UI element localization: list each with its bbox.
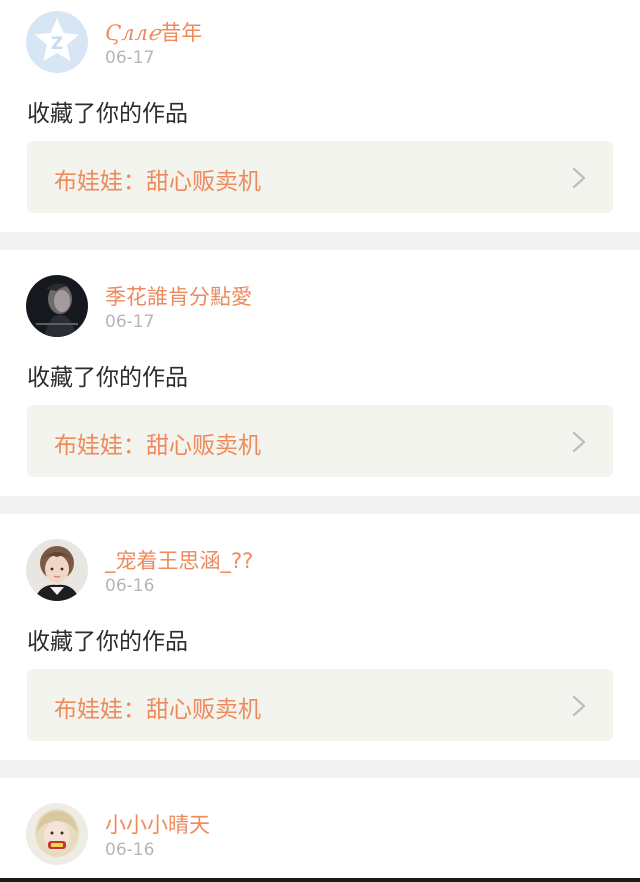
work-title: 布娃娃：甜心贩卖机 <box>54 169 261 195</box>
action-text: 收藏了你的作品 <box>27 365 188 391</box>
timestamp: 06-16 <box>105 576 155 596</box>
default-star-avatar-icon: Z <box>26 11 88 73</box>
action-text: 收藏了你的作品 <box>27 101 188 127</box>
username[interactable]: 季花誰肯分點愛 <box>105 281 252 311</box>
dark-portrait-avatar <box>26 275 88 337</box>
username-stylized-part: Ϛллℯ <box>105 21 161 45</box>
girl-portrait-avatar <box>26 539 88 601</box>
work-link-button[interactable]: 布娃娃：甜心贩卖机 <box>27 405 613 477</box>
avatar[interactable]: Z <box>26 11 88 73</box>
notification-card: 季花誰肯分點愛 06-17 收藏了你的作品 布娃娃：甜心贩卖机 <box>0 250 640 496</box>
avatar[interactable] <box>26 275 88 337</box>
action-text: 收藏了你的作品 <box>27 629 188 655</box>
notification-card: Z Ϛллℯ昔年 06-17 收藏了你的作品 布娃娃：甜心贩卖机 <box>0 0 640 232</box>
timestamp: 06-17 <box>105 312 155 332</box>
work-title: 布娃娃：甜心贩卖机 <box>54 433 261 459</box>
username-suffix: 昔年 <box>160 21 203 45</box>
bottom-edge-bar <box>0 878 640 882</box>
notification-card: 小小小晴天 06-16 <box>0 778 640 878</box>
avatar[interactable] <box>26 539 88 601</box>
username[interactable]: Ϛллℯ昔年 <box>105 17 202 47</box>
username[interactable]: 小小小晴天 <box>105 809 210 839</box>
notification-feed: Z Ϛллℯ昔年 06-17 收藏了你的作品 布娃娃：甜心贩卖机 季花誰肯分點愛… <box>0 0 640 882</box>
chevron-right-icon <box>572 431 586 453</box>
avatar[interactable] <box>26 803 88 865</box>
work-title: 布娃娃：甜心贩卖机 <box>54 697 261 723</box>
chevron-right-icon <box>572 695 586 717</box>
chevron-right-icon <box>572 167 586 189</box>
svg-text:Z: Z <box>51 34 63 54</box>
username[interactable]: _宠着王思涵_?? <box>105 545 253 575</box>
blonde-portrait-avatar <box>26 803 88 865</box>
work-link-button[interactable]: 布娃娃：甜心贩卖机 <box>27 669 613 741</box>
timestamp: 06-17 <box>105 48 155 68</box>
work-link-button[interactable]: 布娃娃：甜心贩卖机 <box>27 141 613 213</box>
timestamp: 06-16 <box>105 840 155 860</box>
notification-card: _宠着王思涵_?? 06-16 收藏了你的作品 布娃娃：甜心贩卖机 <box>0 514 640 760</box>
